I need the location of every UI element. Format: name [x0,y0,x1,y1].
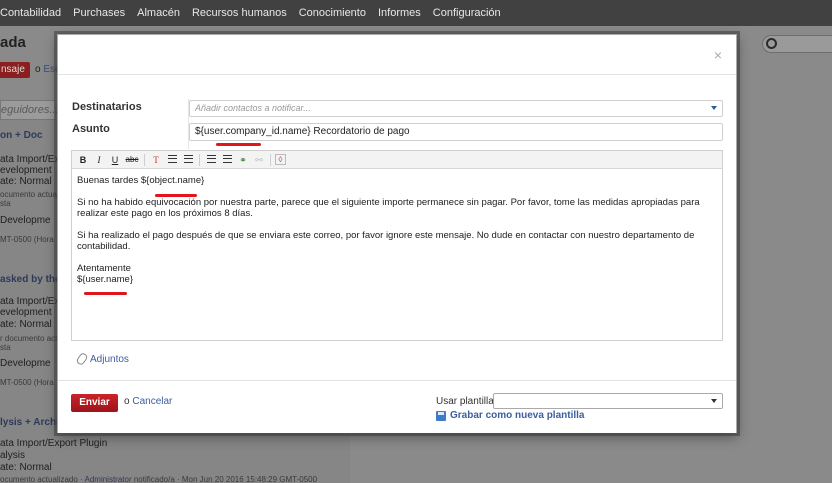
subject-label: Asunto [72,123,110,135]
thread-meta: MT-0500 (Hora [0,378,54,387]
recipients-input[interactable]: Añadir contactos a notificar... [189,100,723,117]
template-label: Usar plantilla [436,396,494,407]
page-title: ada [0,34,26,51]
annotation-underline [84,292,127,295]
menu-item-configuracion[interactable]: Configuración [427,7,507,19]
send-button[interactable]: Enviar [71,394,118,412]
italic-button[interactable]: I [92,153,106,167]
thread-line: ate: Normal [0,319,52,330]
remove-format-icon[interactable]: T [149,153,163,167]
annotation-underline [216,143,261,146]
chevron-down-icon [711,399,717,403]
author-link[interactable]: Administrator [85,475,132,483]
unlink-icon[interactable]: ⚯ [252,153,266,167]
attachments-label: Adjuntos [90,353,129,365]
closing-text: Atentamente [77,263,131,274]
compose-email-dialog: × Destinatarios Asunto Añadir contactos … [57,34,737,433]
thread-line: alysis [0,450,26,461]
thread-title: on + Doc [0,130,43,141]
source-code-icon[interactable]: ◊ [275,154,286,165]
body-paragraph-1: Si no ha habido equivocación por nuestra… [77,197,700,219]
followers-input[interactable]: eguidores... [0,100,58,120]
link-icon[interactable]: ⚭ [236,153,250,167]
body-editor[interactable]: B I U abc T ⚭ ⚯ ◊ Buenas tardes ${object… [71,150,723,341]
paperclip-icon [75,351,89,367]
thread-title: lysis + Archi [0,417,59,428]
editor-toolbar: B I U abc T ⚭ ⚯ ◊ [72,151,722,169]
save-icon [436,410,446,421]
body-paragraph-2: Si ha realizado el pago después de que s… [77,230,695,252]
subject-input[interactable]: ${user.company_id.name} Recordatorio de … [189,123,723,141]
thread-meta: sta [0,199,11,208]
search-icon [766,38,777,49]
thread-title: asked by the [0,274,61,285]
thread-line: Developme [0,215,51,226]
thread-line: evelopment [0,165,52,176]
template-select[interactable] [493,393,723,409]
menu-item-conocimiento[interactable]: Conocimiento [293,7,372,19]
thread-line: ata Import/Exp [0,154,66,165]
attachments-link[interactable]: Adjuntos [75,351,129,367]
save-template-label: Grabar como nueva plantilla [450,410,585,421]
dialog-footer: Enviar o Cancelar Usar plantilla Grabar … [58,380,736,433]
background-send-button[interactable]: nsaje [0,62,30,78]
thread-meta: ocumento actualizado · Administrator not… [0,475,318,483]
editor-content[interactable]: Buenas tardes ${object.name} Si no ha ha… [72,169,722,291]
search-box[interactable] [762,35,832,53]
menu-item-contabilidad[interactable]: Contabilidad [0,7,67,19]
greeting-text: Buenas tardes ${object.name} [77,175,205,186]
main-menu: Contabilidad Purchases Almacén Recursos … [0,0,832,26]
thread-line: evelopment [0,307,52,318]
outdent-icon[interactable] [204,153,218,167]
thread-line: Developme [0,358,51,369]
dialog-header: × [58,35,736,75]
cancel-link[interactable]: Cancelar [132,396,172,407]
bullet-list-icon[interactable] [165,153,179,167]
thread-meta: sta [0,343,11,352]
indent-icon[interactable] [220,153,234,167]
close-icon[interactable]: × [714,47,722,63]
recipients-label: Destinatarios [72,101,142,113]
thread-meta: ocumento actuali [0,190,61,199]
thread-line: ate: Normal [0,176,52,187]
thread-line: ata Import/Exp [0,296,66,307]
save-template-link[interactable]: Grabar como nueva plantilla [436,410,584,421]
menu-item-purchases[interactable]: Purchases [67,7,131,19]
recipients-placeholder: Añadir contactos a notificar... [195,103,311,113]
numbered-list-icon[interactable] [181,153,195,167]
top-navbar: Contabilidad Purchases Almacén Recursos … [0,0,832,26]
strikethrough-button[interactable]: abc [124,153,140,167]
menu-item-informes[interactable]: Informes [372,7,427,19]
bold-button[interactable]: B [76,153,90,167]
signature-text: ${user.name} [77,274,133,285]
thread-line: ate: Normal [0,462,52,473]
annotation-underline [155,194,197,197]
thread-meta: MT-0500 (Hora [0,235,54,244]
or-cancel: o Cancelar [124,396,173,407]
chevron-down-icon[interactable] [711,106,717,110]
underline-button[interactable]: U [108,153,122,167]
menu-item-almacen[interactable]: Almacén [131,7,186,19]
menu-item-recursos-humanos[interactable]: Recursos humanos [186,7,293,19]
thread-line: ata Import/Export Plugin [0,438,108,449]
